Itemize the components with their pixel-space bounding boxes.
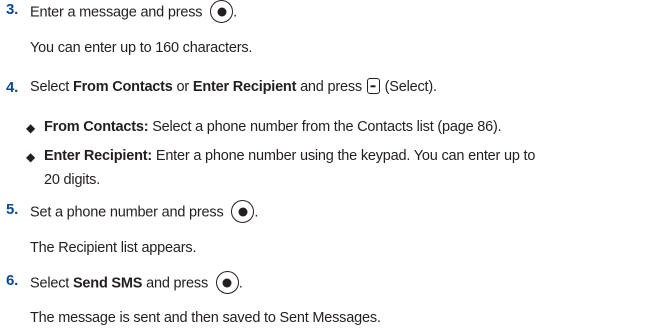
bullet-continuation: 20 digits. xyxy=(44,172,101,188)
option-send-sms: Send SMS xyxy=(72,275,143,292)
bullet-term: Enter Recipient: xyxy=(44,148,152,164)
step-number: 5. xyxy=(6,201,19,218)
bullet-enter-recipient: Enter Recipient: Enter a phone number us… xyxy=(44,148,535,164)
bullet-text: Select a phone number from the Contacts … xyxy=(152,119,502,135)
option-from-contacts: From Contacts xyxy=(72,79,173,95)
step-punct: . xyxy=(238,275,243,292)
step-number: 6. xyxy=(6,272,19,289)
step-text: Set a phone number and press xyxy=(30,204,224,221)
step-5-note: The Recipient list appears. xyxy=(30,240,197,256)
ok-key-icon xyxy=(210,0,234,23)
step-number: 4. xyxy=(6,79,19,96)
step-text: and press xyxy=(146,275,208,292)
step-text: Select xyxy=(30,275,70,292)
step-6-text: Select Send SMS and press . xyxy=(30,271,243,295)
step-punct: . xyxy=(233,4,238,21)
step-text: Select xyxy=(30,79,70,95)
option-enter-recipient: Enter Recipient xyxy=(192,79,297,95)
bullet-from-contacts: From Contacts: Select a phone number fro… xyxy=(44,119,502,135)
ok-key-icon xyxy=(215,271,239,294)
diamond-bullet-icon: ◆ xyxy=(26,150,36,164)
step-6-note: The message is sent and then saved to Se… xyxy=(30,310,381,326)
step-4-text: Select From Contacts or Enter Recipient … xyxy=(30,78,437,95)
diamond-bullet-icon: ◆ xyxy=(26,121,36,135)
step-3-note: You can enter up to 160 characters. xyxy=(30,40,253,56)
step-number: 3. xyxy=(6,1,19,18)
step-text: and press xyxy=(300,79,362,95)
step-3-text: Enter a message and press . xyxy=(30,0,238,24)
step-5-text: Set a phone number and press . xyxy=(30,200,259,224)
step-text: (Select). xyxy=(384,79,437,95)
step-text: or xyxy=(176,79,190,95)
ok-key-icon xyxy=(231,200,255,223)
bullet-text: Enter a phone number using the keypad. Y… xyxy=(155,148,536,164)
left-softkey-icon xyxy=(366,78,380,95)
step-text: Enter a message and press xyxy=(30,4,203,21)
step-punct: . xyxy=(254,204,259,221)
bullet-term: From Contacts: xyxy=(44,119,149,135)
